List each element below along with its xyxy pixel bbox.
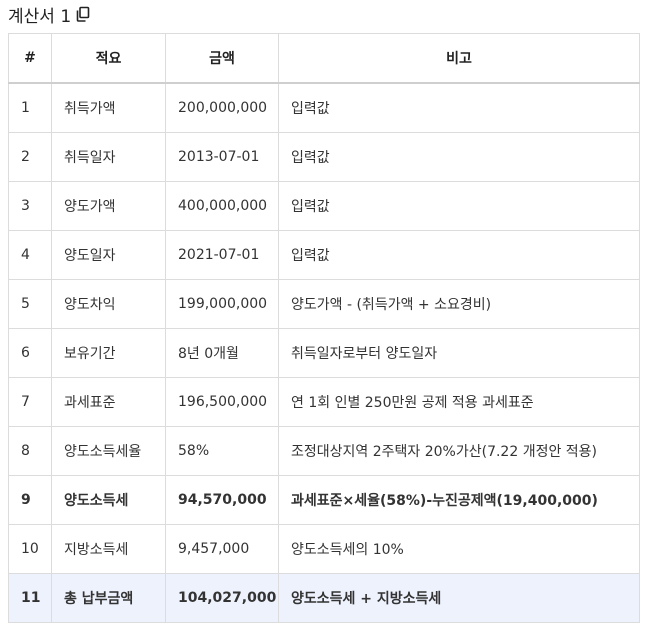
row-item: 양도소득세 — [51, 475, 166, 525]
table-row: 5 양도차익 199,000,000 양도가액 - (취득가액 + 소요경비) — [8, 279, 640, 329]
row-amount: 2021-07-01 — [165, 230, 279, 280]
page-title: 계산서 1 — [8, 6, 72, 27]
row-amount: 400,000,000 — [165, 181, 279, 231]
column-header-note: 비고 — [278, 33, 640, 84]
row-item: 총 납부금액 — [51, 573, 166, 623]
table-row: 3 양도가액 400,000,000 입력값 — [8, 181, 640, 231]
table-row-total: 11 총 납부금액 104,027,000 양도소득세 + 지방소득세 — [8, 573, 640, 623]
row-amount: 58% — [165, 426, 279, 476]
row-number: 5 — [8, 279, 52, 329]
row-number: 4 — [8, 230, 52, 280]
row-amount: 196,500,000 — [165, 377, 279, 427]
table-row: 7 과세표준 196,500,000 연 1회 인별 250만원 공제 적용 과… — [8, 377, 640, 427]
row-number: 6 — [8, 328, 52, 378]
row-note: 취득일자로부터 양도일자 — [278, 328, 640, 378]
row-item: 취득가액 — [51, 82, 166, 133]
row-item: 과세표준 — [51, 377, 166, 427]
copy-icon[interactable] — [76, 6, 90, 22]
row-number: 2 — [8, 132, 52, 182]
row-note: 연 1회 인별 250만원 공제 적용 과세표준 — [278, 377, 640, 427]
row-item: 양도일자 — [51, 230, 166, 280]
table-row: 4 양도일자 2021-07-01 입력값 — [8, 230, 640, 280]
row-amount: 94,570,000 — [165, 475, 279, 525]
row-number: 11 — [8, 573, 52, 623]
row-note: 과세표준×세율(58%)-누진공제액(19,400,000) — [278, 475, 640, 525]
row-number: 10 — [8, 524, 52, 574]
row-number: 3 — [8, 181, 52, 231]
table-row: 6 보유기간 8년 0개월 취득일자로부터 양도일자 — [8, 328, 640, 378]
row-number: 8 — [8, 426, 52, 476]
column-header-item: 적요 — [51, 33, 166, 84]
row-note: 입력값 — [278, 82, 640, 133]
row-note: 양도가액 - (취득가액 + 소요경비) — [278, 279, 640, 329]
table-row-tax: 9 양도소득세 94,570,000 과세표준×세율(58%)-누진공제액(19… — [8, 475, 640, 525]
row-amount: 104,027,000 — [165, 573, 279, 623]
row-item: 양도소득세율 — [51, 426, 166, 476]
table-row: 8 양도소득세율 58% 조정대상지역 2주택자 20%가산(7.22 개정안 … — [8, 426, 640, 476]
row-amount: 200,000,000 — [165, 82, 279, 133]
row-amount: 8년 0개월 — [165, 328, 279, 378]
row-note: 양도소득세의 10% — [278, 524, 640, 574]
row-number: 9 — [8, 475, 52, 525]
row-item: 양도차익 — [51, 279, 166, 329]
row-number: 1 — [8, 82, 52, 133]
row-item: 지방소득세 — [51, 524, 166, 574]
table-row: 10 지방소득세 9,457,000 양도소득세의 10% — [8, 524, 640, 574]
table-header-row: # 적요 금액 비고 — [8, 33, 640, 84]
row-amount: 199,000,000 — [165, 279, 279, 329]
table-row: 1 취득가액 200,000,000 입력값 — [8, 82, 640, 133]
calculation-table: # 적요 금액 비고 1 취득가액 200,000,000 입력값 2 취득일자… — [8, 33, 640, 623]
calculation-title-row: 계산서 1 — [8, 0, 90, 28]
row-amount: 9,457,000 — [165, 524, 279, 574]
row-item: 양도가액 — [51, 181, 166, 231]
row-note: 입력값 — [278, 132, 640, 182]
row-amount: 2013-07-01 — [165, 132, 279, 182]
column-header-amount: 금액 — [165, 33, 279, 84]
row-item: 취득일자 — [51, 132, 166, 182]
table-row: 2 취득일자 2013-07-01 입력값 — [8, 132, 640, 182]
row-note: 양도소득세 + 지방소득세 — [278, 573, 640, 623]
row-note: 입력값 — [278, 230, 640, 280]
row-note: 조정대상지역 2주택자 20%가산(7.22 개정안 적용) — [278, 426, 640, 476]
row-item: 보유기간 — [51, 328, 166, 378]
row-note: 입력값 — [278, 181, 640, 231]
column-header-number: # — [8, 33, 52, 84]
row-number: 7 — [8, 377, 52, 427]
